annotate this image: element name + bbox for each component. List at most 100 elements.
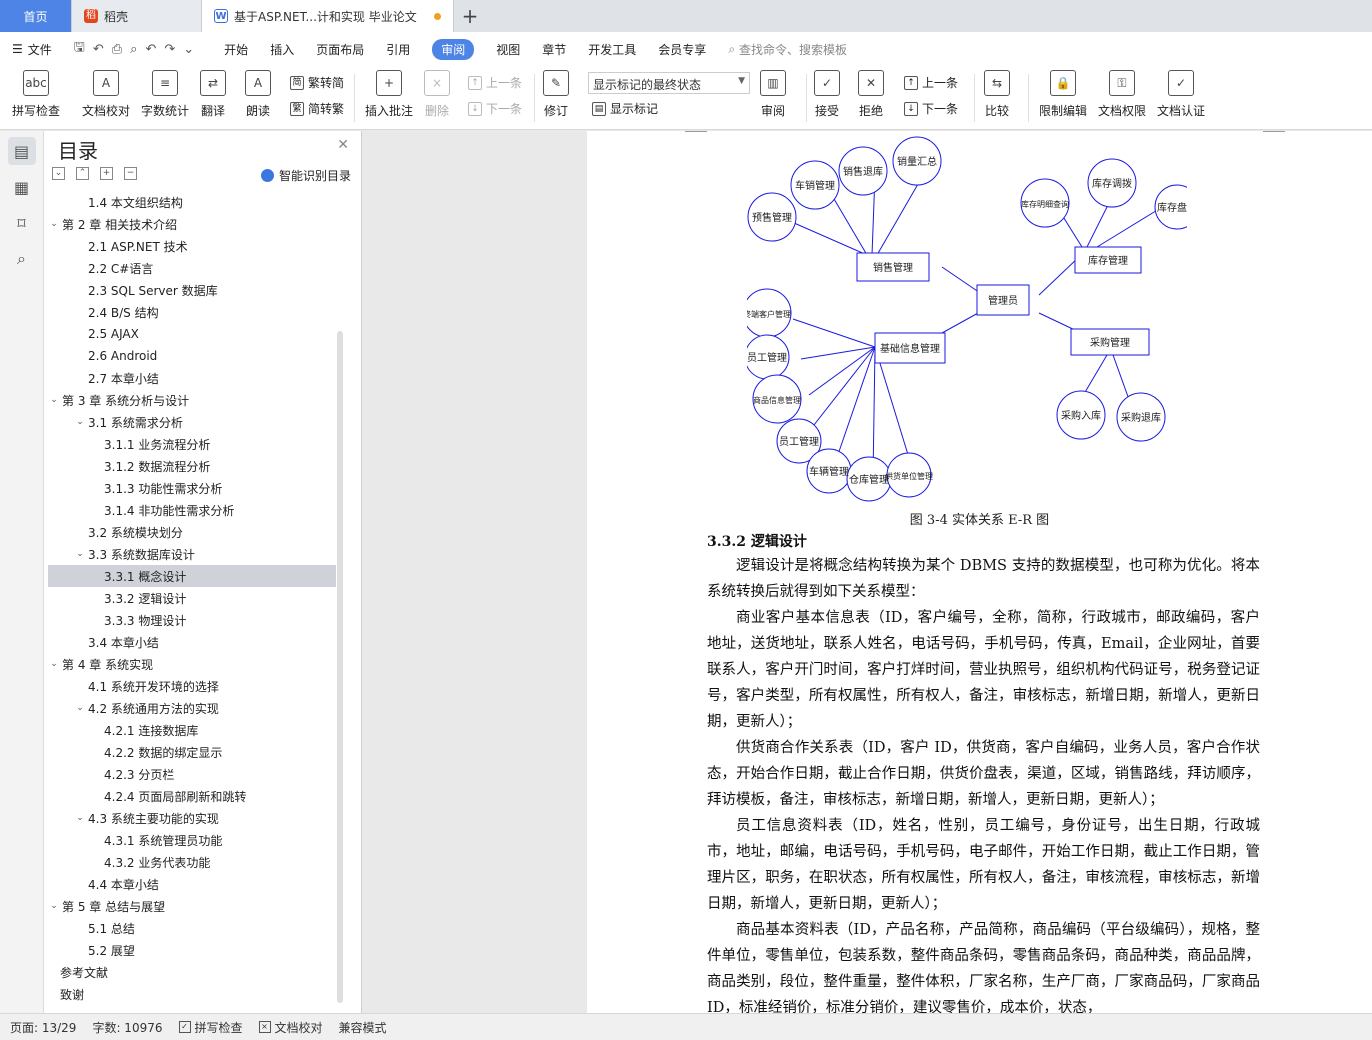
toc-item[interactable]: 3.4 本章小结	[48, 631, 336, 653]
toc-item[interactable]: 3.1.1 业务流程分析	[48, 433, 336, 455]
chevron-down-icon[interactable]: ⌄	[74, 703, 86, 713]
next-change-button[interactable]: ↓ 下一条	[904, 100, 958, 117]
show-markup-button[interactable]: ▤ 显示标记	[592, 100, 658, 117]
toc-item[interactable]: ⌄ 4.3 系统主要功能的实现	[48, 807, 336, 829]
insert-comment-button[interactable]: + 插入批注	[365, 70, 413, 119]
menu-item-start[interactable]: 开始	[224, 41, 248, 58]
tab-daoke[interactable]: 稻稻壳	[72, 0, 202, 32]
toc-item[interactable]: ⌄ 第 5 章 总结与展望	[48, 895, 336, 917]
menu-item-member[interactable]: 会员专享	[658, 41, 706, 58]
toc-item[interactable]: ⌄ 3.3 系统数据库设计	[48, 543, 336, 565]
menu-item-layout[interactable]: 页面布局	[316, 41, 364, 58]
prev-comment-button[interactable]: ↑ 上一条	[468, 74, 522, 91]
doc-certify-button[interactable]: ✓ 文档认证	[1157, 70, 1205, 119]
toc-item[interactable]: 参考文献	[48, 961, 336, 983]
word-count-indicator[interactable]: 字数: 10976	[92, 1019, 162, 1036]
status-spell-check[interactable]: ✓ 拼写检查	[178, 1019, 243, 1036]
chevron-down-icon[interactable]: ⌄	[48, 219, 60, 229]
word-count-button[interactable]: ≡ 字数统计	[141, 70, 189, 119]
close-icon[interactable]: ✕	[337, 137, 349, 153]
chevron-down-icon[interactable]: ⌄	[74, 549, 86, 559]
document-body[interactable]: 逻辑设计是将概念结构转换为某个 DBMS 支持的数据模型，也可称为优化。将本系统…	[707, 553, 1260, 1013]
collapse-all-icon[interactable]: ⌃	[76, 167, 89, 180]
toc-icon[interactable]: ▤	[7, 137, 36, 165]
toc-item[interactable]: 4.2.4 页面局部刷新和跳转	[48, 785, 336, 807]
toc-item[interactable]: 3.3.2 逻辑设计	[48, 587, 336, 609]
review-pane-button[interactable]: ▥ 审阅	[760, 70, 786, 119]
print-icon[interactable]: ⎙	[112, 42, 122, 57]
markup-display-select[interactable]: 显示标记的最终状态 ▼	[588, 72, 750, 94]
menu-item-review[interactable]: 审阅	[432, 38, 475, 60]
spell-check-button[interactable]: abc 拼写检查	[12, 70, 60, 119]
toc-item[interactable]: 2.7 本章小结	[48, 367, 336, 389]
menu-item-chapter[interactable]: 章节	[542, 41, 566, 58]
save-icon[interactable]: 🖫	[74, 38, 85, 60]
toc-item[interactable]: 5.2 展望	[48, 939, 336, 961]
delete-comment-button[interactable]: × 删除	[424, 70, 450, 119]
add-heading-icon[interactable]: +	[100, 167, 113, 180]
toc-item[interactable]: 3.3.1 概念设计	[48, 565, 336, 587]
next-comment-button[interactable]: ↓ 下一条	[468, 100, 522, 117]
new-tab-plus-icon[interactable]: +	[454, 0, 486, 32]
read-aloud-button[interactable]: A 朗读	[245, 70, 271, 119]
doc-proof-button[interactable]: A 文档校对	[82, 70, 130, 119]
track-changes-button[interactable]: ✎ 修订	[543, 70, 569, 119]
toc-scrollbar[interactable]	[337, 331, 343, 1003]
toc-item[interactable]: ⌄ 第 2 章 相关技术介绍	[48, 213, 336, 235]
chevron-down-icon[interactable]: ⌄	[74, 813, 86, 823]
trad-to-simp-button[interactable]: 简繁转简	[290, 74, 344, 91]
toc-item[interactable]: 2.6 Android	[48, 345, 336, 367]
toc-item[interactable]: 1.4 本文组织结构	[48, 191, 336, 213]
toc-item[interactable]: 4.1 系统开发环境的选择	[48, 675, 336, 697]
bookmark-icon[interactable]: ⌑	[8, 209, 36, 237]
doc-permission-button[interactable]: ⚿ 文档权限	[1098, 70, 1146, 119]
accept-button[interactable]: ✓ 接受	[814, 70, 840, 119]
smart-toc-button[interactable]: 智能识别目录	[260, 167, 351, 184]
page-indicator[interactable]: 页面: 13/29	[10, 1019, 76, 1036]
toc-item[interactable]: 3.3.3 物理设计	[48, 609, 336, 631]
menu-item-insert[interactable]: 插入	[270, 41, 294, 58]
prev-change-button[interactable]: ↑ 上一条	[904, 74, 958, 91]
menu-item-reference[interactable]: 引用	[386, 41, 410, 58]
toc-item[interactable]: 2.4 B/S 结构	[48, 301, 336, 323]
tab-document[interactable]: W 基于ASP.NET...计和实现 毕业论文	[202, 0, 454, 32]
expand-all-icon[interactable]: ⌄	[52, 167, 65, 180]
toc-item[interactable]: 3.1.4 非功能性需求分析	[48, 499, 336, 521]
toc-item[interactable]: 4.3.1 系统管理员功能	[48, 829, 336, 851]
compare-button[interactable]: ⇆ 比较	[984, 70, 1010, 119]
toc-item[interactable]: 4.2.2 数据的绑定显示	[48, 741, 336, 763]
menu-item-devtools[interactable]: 开发工具	[588, 41, 636, 58]
toc-item[interactable]: ⌄ 第 3 章 系统分析与设计	[48, 389, 336, 411]
toc-item[interactable]: 5.1 总结	[48, 917, 336, 939]
toc-item[interactable]: ⌄ 第 4 章 系统实现	[48, 653, 336, 675]
file-menu[interactable]: ☰ 文件	[12, 41, 52, 58]
undo-history-icon[interactable]: ↶	[93, 42, 104, 57]
toc-item[interactable]: 4.2.3 分页栏	[48, 763, 336, 785]
status-proof[interactable]: × 文档校对	[258, 1019, 323, 1036]
chevron-down-icon[interactable]: ⌄	[74, 417, 86, 427]
command-search[interactable]: ⌕ 查找命令、搜索模板	[728, 41, 847, 58]
remove-heading-icon[interactable]: −	[124, 167, 137, 180]
toc-item[interactable]: ⌄ 3.1 系统需求分析	[48, 411, 336, 433]
chevron-down-icon[interactable]: ⌄	[48, 901, 60, 911]
toc-item[interactable]: 2.2 C#语言	[48, 257, 336, 279]
toc-item[interactable]: 3.1.2 数据流程分析	[48, 455, 336, 477]
chapter-nav-icon[interactable]: ▦	[8, 173, 36, 201]
toc-item[interactable]: 3.2 系统模块划分	[48, 521, 336, 543]
restrict-edit-button[interactable]: 🔒 限制编辑	[1039, 70, 1087, 119]
chevron-down-icon[interactable]: ⌄	[183, 42, 194, 57]
toc-item[interactable]: 致谢	[48, 983, 336, 1005]
toc-item[interactable]: 4.2.1 连接数据库	[48, 719, 336, 741]
toc-item[interactable]: 2.1 ASP.NET 技术	[48, 235, 336, 257]
translate-button[interactable]: ⇄ 翻译	[200, 70, 226, 119]
search-icon[interactable]: ⌕	[8, 245, 36, 273]
simp-to-trad-button[interactable]: 繁简转繁	[290, 100, 344, 117]
toc-item[interactable]: ⌄ 4.2 系统通用方法的实现	[48, 697, 336, 719]
undo-icon[interactable]: ↶	[145, 42, 156, 57]
tab-home[interactable]: 首页	[0, 0, 72, 32]
toc-item[interactable]: 4.4 本章小结	[48, 873, 336, 895]
redo-icon[interactable]: ↷	[164, 42, 175, 57]
toc-item[interactable]: 4.3.2 业务代表功能	[48, 851, 336, 873]
menu-item-view[interactable]: 视图	[496, 41, 520, 58]
toc-item[interactable]: 2.3 SQL Server 数据库	[48, 279, 336, 301]
